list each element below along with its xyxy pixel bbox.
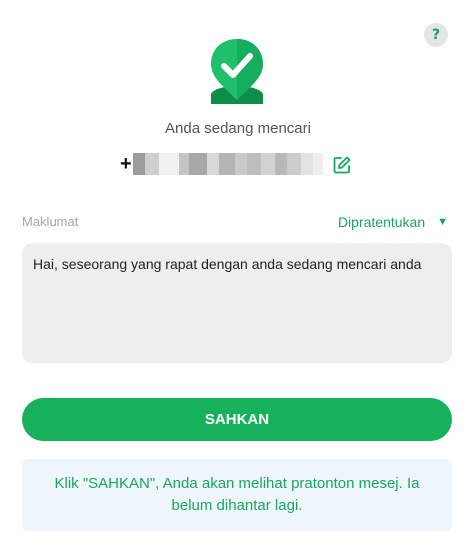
preset-label: Dipratentukan (337, 214, 426, 230)
help-icon[interactable]: ? (424, 23, 448, 47)
message-header: Maklumat Dipratentukan ▼ (22, 214, 452, 232)
page-headline: Anda sedang mencari (165, 120, 311, 137)
phone-prefix: + (120, 153, 132, 175)
confirm-button[interactable]: SAHKAN (22, 398, 452, 441)
phone-number: + (120, 152, 360, 176)
edit-icon[interactable] (332, 155, 352, 175)
info-note: Klik "SAHKAN", Anda akan melihat pratont… (22, 459, 452, 531)
message-input[interactable]: Hai, seseorang yang rapat dengan anda se… (22, 243, 452, 363)
location-check-icon (211, 39, 263, 104)
preset-dropdown[interactable]: Dipratentukan ▼ (338, 214, 448, 230)
redacted-number (132, 153, 323, 175)
message-label: Maklumat (22, 214, 79, 229)
chevron-down-icon: ▼ (437, 216, 448, 228)
